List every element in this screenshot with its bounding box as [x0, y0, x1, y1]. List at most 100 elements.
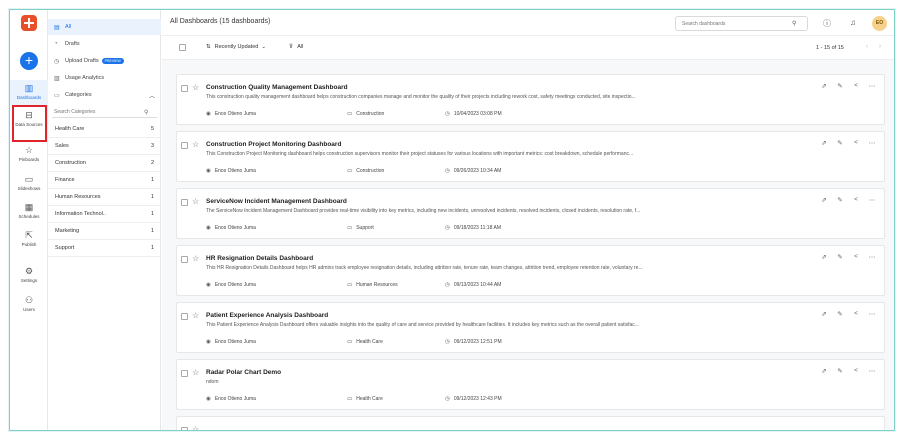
upload-icon: ◷: [54, 58, 60, 65]
nav-all[interactable]: ▤ All: [48, 19, 161, 35]
category-search-input[interactable]: [54, 109, 144, 115]
category-sidebar: ▤ All ◔ Drafts ◷ Upload Drafts PREVIEW ▥…: [48, 10, 161, 430]
category-label: ▭ Health Care: [347, 396, 383, 402]
category-row[interactable]: Information Technol.. 1: [48, 206, 161, 223]
create-new-button[interactable]: +: [20, 52, 38, 70]
dashboard-card[interactable]: ☆ Patient Experience Analysis Dashboard …: [176, 302, 885, 353]
card-checkbox[interactable]: [181, 427, 188, 430]
filter-button[interactable]: ⊽ All: [289, 44, 303, 50]
dashboard-title[interactable]: Construction Quality Management Dashboar…: [206, 84, 348, 91]
more-options-icon[interactable]: ⋯: [868, 196, 876, 204]
favorite-star-icon[interactable]: ☆: [192, 140, 199, 149]
category-row[interactable]: Finance 1: [48, 172, 161, 189]
dashboard-card[interactable]: ☆ Radar Polar Chart Demo ndom ◉ Enos Otie…: [176, 359, 885, 410]
share-icon[interactable]: <: [852, 82, 860, 90]
nav-usage-analytics[interactable]: ▥ Usage Analytics: [48, 70, 161, 86]
card-checkbox[interactable]: [181, 370, 188, 377]
dashboard-card[interactable]: ☆ Construction Project Monitoring Dashbo…: [176, 131, 885, 182]
share-icon[interactable]: <: [852, 196, 860, 204]
folder-icon: ▭: [347, 282, 353, 288]
nav-drafts[interactable]: ◔ Drafts: [48, 36, 161, 52]
rail-item-settings[interactable]: ⚙ Settings: [10, 266, 48, 291]
category-label: ▭ Construction: [347, 168, 385, 174]
card-checkbox[interactable]: [181, 85, 188, 92]
edit-pencil-icon[interactable]: ✎: [836, 253, 844, 261]
more-options-icon[interactable]: ⋯: [868, 253, 876, 261]
dashboard-card-partial[interactable]: ☆: [176, 416, 885, 430]
open-external-icon[interactable]: ⇗: [820, 196, 828, 204]
dashboard-title[interactable]: Patient Experience Analysis Dashboard: [206, 312, 328, 319]
category-row[interactable]: Sales 3: [48, 138, 161, 155]
rail-item-slideshows[interactable]: ▭ Slideshows: [10, 174, 48, 199]
user-icon: ◉: [206, 396, 211, 402]
prev-page-icon[interactable]: ‹: [866, 44, 868, 50]
card-checkbox[interactable]: [181, 256, 188, 263]
card-actions: ⇗ ✎ < ⋯: [820, 82, 876, 90]
open-external-icon[interactable]: ⇗: [820, 82, 828, 90]
share-icon[interactable]: <: [852, 310, 860, 318]
dashboard-title[interactable]: ServiceNow Incident Management Dashboard: [206, 198, 347, 205]
dashboard-card[interactable]: ☆ HR Resignation Details Dashboard This …: [176, 245, 885, 296]
open-external-icon[interactable]: ⇗: [820, 310, 828, 318]
favorite-star-icon[interactable]: ☆: [192, 311, 199, 320]
dashboard-search-input[interactable]: [682, 20, 792, 27]
favorite-star-icon[interactable]: ☆: [192, 254, 199, 263]
next-page-icon[interactable]: ›: [879, 44, 881, 50]
rail-item-publish[interactable]: ⇱ Publish: [10, 230, 48, 255]
page-title: All Dashboards (15 dashboards): [170, 18, 271, 25]
select-all-checkbox[interactable]: [179, 44, 186, 51]
more-options-icon[interactable]: ⋯: [868, 82, 876, 90]
dashboard-title[interactable]: HR Resignation Details Dashboard: [206, 255, 313, 262]
open-external-icon[interactable]: ⇗: [820, 139, 828, 147]
edit-pencil-icon[interactable]: ✎: [836, 196, 844, 204]
notification-bell-icon[interactable]: ♫: [850, 18, 856, 27]
share-icon[interactable]: <: [852, 253, 860, 261]
help-icon[interactable]: ⓘ: [823, 18, 831, 29]
nav-categories[interactable]: ▭ Categories ︿: [48, 87, 161, 103]
open-external-icon[interactable]: ⇗: [820, 253, 828, 261]
dashboard-description: This Construction Project Monitoring das…: [206, 151, 634, 157]
search-icon[interactable]: ⚲: [792, 20, 796, 27]
edit-pencil-icon[interactable]: ✎: [836, 310, 844, 318]
more-options-icon[interactable]: ⋯: [868, 310, 876, 318]
sort-button[interactable]: ⇅ Recently Updated ⌄: [206, 44, 266, 50]
updated-time: ◷ 09/12/2023 12:51 PM: [445, 339, 502, 345]
card-checkbox[interactable]: [181, 142, 188, 149]
favorite-star-icon[interactable]: ☆: [192, 368, 199, 377]
open-external-icon[interactable]: ⇗: [820, 367, 828, 375]
folder-icon: ▭: [347, 168, 353, 174]
slideshow-icon: ▭: [24, 174, 34, 184]
clock-icon: ◷: [445, 282, 450, 288]
more-options-icon[interactable]: ⋯: [868, 139, 876, 147]
dashboard-title[interactable]: Radar Polar Chart Demo: [206, 369, 281, 376]
share-icon[interactable]: <: [852, 367, 860, 375]
search-icon[interactable]: ⚲: [144, 109, 148, 116]
dashboard-title[interactable]: Construction Project Monitoring Dashboar…: [206, 141, 341, 148]
favorite-star-icon[interactable]: ☆: [192, 425, 199, 430]
rail-item-schedules[interactable]: ▦ Schedules: [10, 202, 48, 227]
nav-upload-drafts[interactable]: ◷ Upload Drafts PREVIEW: [48, 53, 161, 69]
avatar[interactable]: EO: [872, 16, 887, 31]
category-row[interactable]: Human Resources 1: [48, 189, 161, 206]
category-row[interactable]: Support 1: [48, 240, 161, 257]
card-checkbox[interactable]: [181, 199, 188, 206]
favorite-star-icon[interactable]: ☆: [192, 83, 199, 92]
category-row[interactable]: Construction 2: [48, 155, 161, 172]
user-icon: ◉: [206, 282, 211, 288]
rail-item-users[interactable]: ⚇ Users: [10, 295, 48, 320]
dashboard-card[interactable]: ☆ Construction Quality Management Dashbo…: [176, 74, 885, 125]
rail-item-dashboards[interactable]: ▥ Dashboards: [10, 80, 48, 105]
chevron-up-icon[interactable]: ︿: [149, 91, 155, 100]
dashboard-card[interactable]: ☆ ServiceNow Incident Management Dashboa…: [176, 188, 885, 239]
rail-item-pinboards[interactable]: ☆ Pinboards: [10, 145, 48, 170]
card-checkbox[interactable]: [181, 313, 188, 320]
category-row[interactable]: Marketing 1: [48, 223, 161, 240]
preview-badge: PREVIEW: [101, 58, 124, 64]
more-options-icon[interactable]: ⋯: [868, 367, 876, 375]
edit-pencil-icon[interactable]: ✎: [836, 367, 844, 375]
edit-pencil-icon[interactable]: ✎: [836, 139, 844, 147]
share-icon[interactable]: <: [852, 139, 860, 147]
edit-pencil-icon[interactable]: ✎: [836, 82, 844, 90]
category-row[interactable]: Health Care 5: [48, 121, 161, 138]
favorite-star-icon[interactable]: ☆: [192, 197, 199, 206]
